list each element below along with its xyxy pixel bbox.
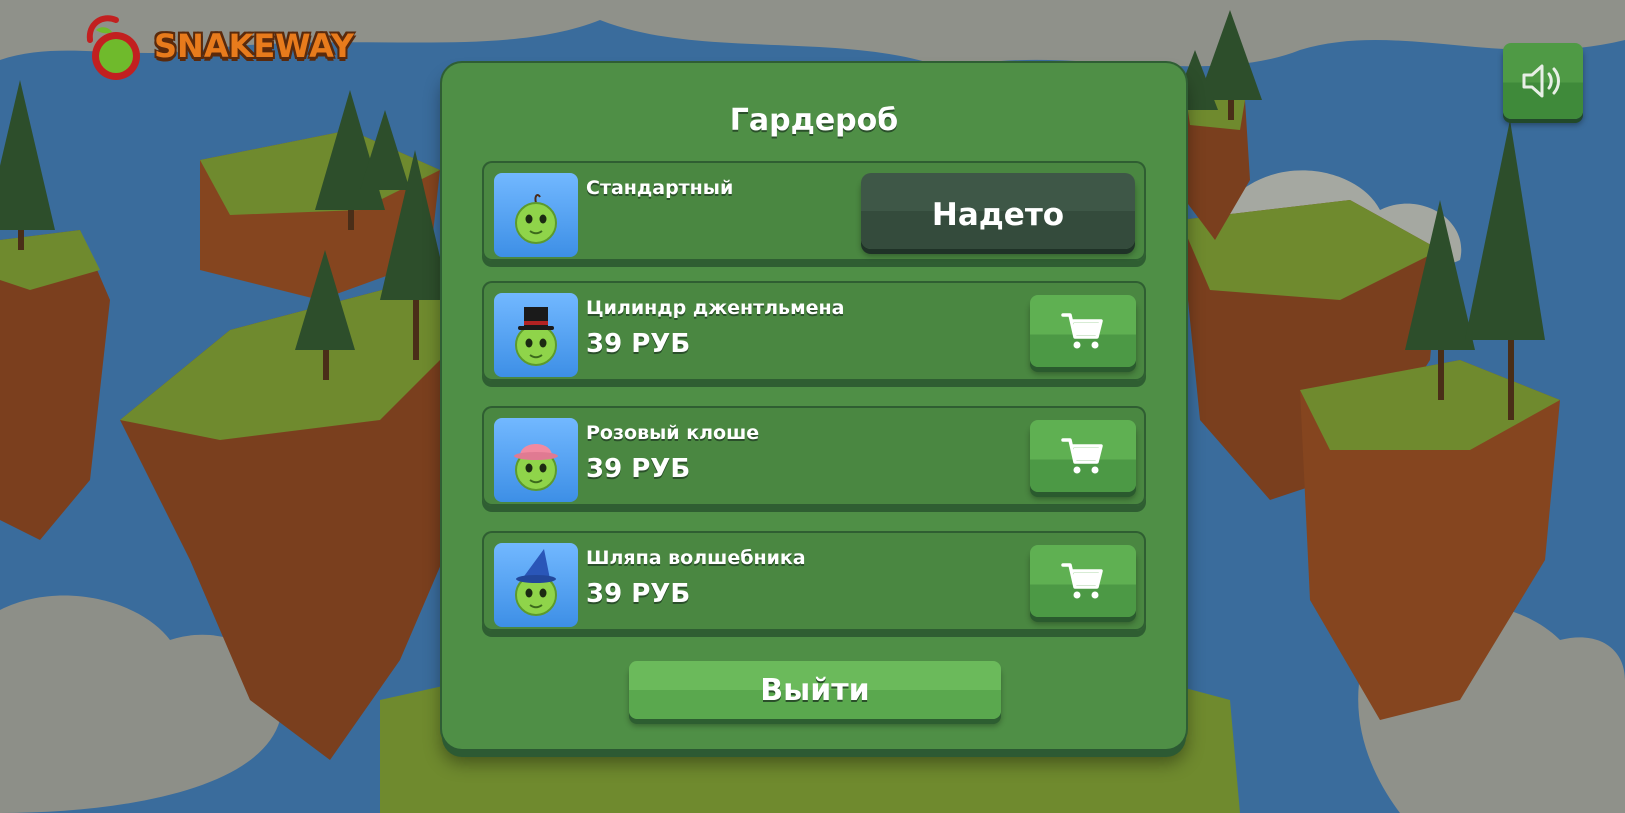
- item-name: Стандартный: [586, 177, 734, 199]
- speaker-icon: [1522, 64, 1560, 98]
- snake-wizard-hat-icon: [515, 549, 557, 616]
- item-name: Цилиндр джентльмена: [586, 297, 845, 319]
- apple-logo-icon: [86, 14, 140, 80]
- buy-button[interactable]: [1030, 420, 1136, 492]
- item-thumbnail: [494, 293, 578, 377]
- wardrobe-item-standard: Стандартный Надето: [482, 161, 1146, 261]
- cart-icon: [1061, 313, 1103, 349]
- wardrobe-panel: Гардероб Стандартный Надето Цилиндр джен…: [442, 63, 1186, 749]
- item-name: Шляпа волшебника: [586, 547, 806, 569]
- equipped-button[interactable]: Надето: [861, 173, 1135, 249]
- item-price: 39 РУБ: [586, 579, 691, 609]
- buy-button[interactable]: [1030, 545, 1136, 617]
- item-name: Розовый клоше: [586, 422, 760, 444]
- panel-title: Гардероб: [729, 103, 899, 138]
- cart-icon: [1061, 563, 1103, 599]
- game-logo: SNAKEWAY: [82, 10, 354, 85]
- item-thumbnail: [494, 543, 578, 627]
- wardrobe-item-pink-cloche: Розовый клоше 39 РУБ: [482, 406, 1146, 506]
- buy-button[interactable]: [1030, 295, 1136, 367]
- snake-head-icon: [515, 194, 557, 244]
- item-price: 39 РУБ: [586, 329, 691, 359]
- snake-pink-cloche-icon: [514, 444, 558, 491]
- wardrobe-item-top-hat: Цилиндр джентльмена 39 РУБ: [482, 281, 1146, 381]
- item-thumbnail: [494, 418, 578, 502]
- item-price: 39 РУБ: [586, 454, 691, 484]
- cart-icon: [1061, 438, 1103, 474]
- wardrobe-item-wizard-hat: Шляпа волшебника 39 РУБ: [482, 531, 1146, 631]
- exit-button[interactable]: Выйти: [629, 661, 1001, 719]
- logo-text: SNAKEWAY: [154, 26, 354, 65]
- sound-toggle-button[interactable]: [1503, 43, 1583, 119]
- item-thumbnail: [494, 173, 578, 257]
- snake-top-hat-icon: [515, 307, 557, 366]
